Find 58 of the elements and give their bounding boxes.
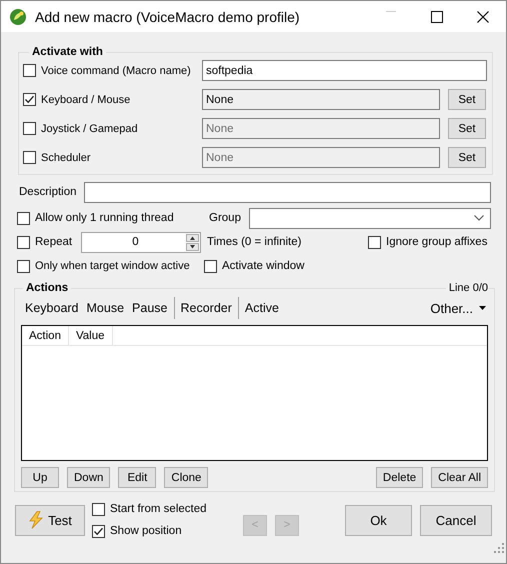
action-button[interactable]: Down [67,467,110,488]
checkbox[interactable] [368,236,381,248]
action-button[interactable]: Clone [164,467,208,488]
group-dropdown[interactable] [249,208,491,228]
action-button[interactable]: Up [21,467,59,488]
times-label: Times (0 = infinite) [207,236,302,248]
repeat-spinbox[interactable]: 0 [81,232,201,252]
toolbar-item[interactable]: Mouse [82,301,128,315]
toolbar-item[interactable]: Recorder [176,301,236,315]
app-logo-icon [9,8,27,26]
action-button[interactable]: Delete [376,467,424,488]
toolbar-item[interactable]: Active [240,301,283,315]
action-button[interactable]: Edit [118,467,156,488]
description-label: Description [19,186,78,198]
checkbox[interactable] [23,64,36,77]
checkbox-label[interactable]: Allow only 1 running thread [35,212,174,224]
set-button[interactable]: Set [448,89,486,110]
ok-button[interactable]: Ok [345,504,412,536]
checkbox-label[interactable]: Repeat [35,236,72,248]
spin-up-icon[interactable] [186,234,199,242]
checkbox-label[interactable]: Only when target window active [35,260,190,272]
checkbox-label[interactable]: Activate window [222,260,304,272]
maximize-icon[interactable] [431,10,443,22]
actions-table[interactable]: Action Value [21,325,488,461]
caret-icon [479,306,486,310]
checkbox-label[interactable]: Start from selected [110,503,207,515]
trigger-field[interactable]: None [202,89,440,110]
group-title: Activate with [31,46,104,58]
resize-grip-icon[interactable] [494,543,504,553]
action-button[interactable]: Clear All [431,467,488,488]
line-counter: Line 0/0 [446,282,488,294]
checkbox[interactable] [204,260,217,272]
checkbox[interactable] [92,502,105,516]
checkbox[interactable] [23,93,36,106]
spin-down-icon[interactable] [186,242,199,250]
description-field[interactable] [84,182,491,202]
checkbox[interactable] [17,212,30,224]
other-menu[interactable]: Other... [430,300,486,316]
column-header[interactable]: Action [22,326,69,345]
checkbox[interactable] [17,260,30,272]
group-label: Group [209,212,242,224]
checkbox-label[interactable]: Show position [110,525,182,537]
window-title: Add new macro (VoiceMacro demo profile) [35,8,301,24]
column-header[interactable]: Value [68,326,113,345]
toolbar-item[interactable]: Pause [128,301,172,315]
close-icon[interactable] [477,10,489,22]
cancel-button[interactable]: Cancel [420,504,492,536]
checkbox-label[interactable]: Keyboard / Mouse [41,94,130,106]
toolbar-item[interactable]: Keyboard [21,301,83,315]
group-title: Actions [25,282,70,294]
macro-name-field[interactable]: softpedia [202,60,487,81]
checkbox-label[interactable]: Voice command (Macro name) [41,64,191,76]
checkbox-label[interactable]: Ignore group affixes [386,236,488,248]
lightning-icon [28,511,44,529]
checkbox[interactable] [17,236,30,248]
checkbox[interactable] [92,524,105,538]
chevron-down-icon [474,215,484,221]
test-button[interactable]: Test [15,504,85,536]
